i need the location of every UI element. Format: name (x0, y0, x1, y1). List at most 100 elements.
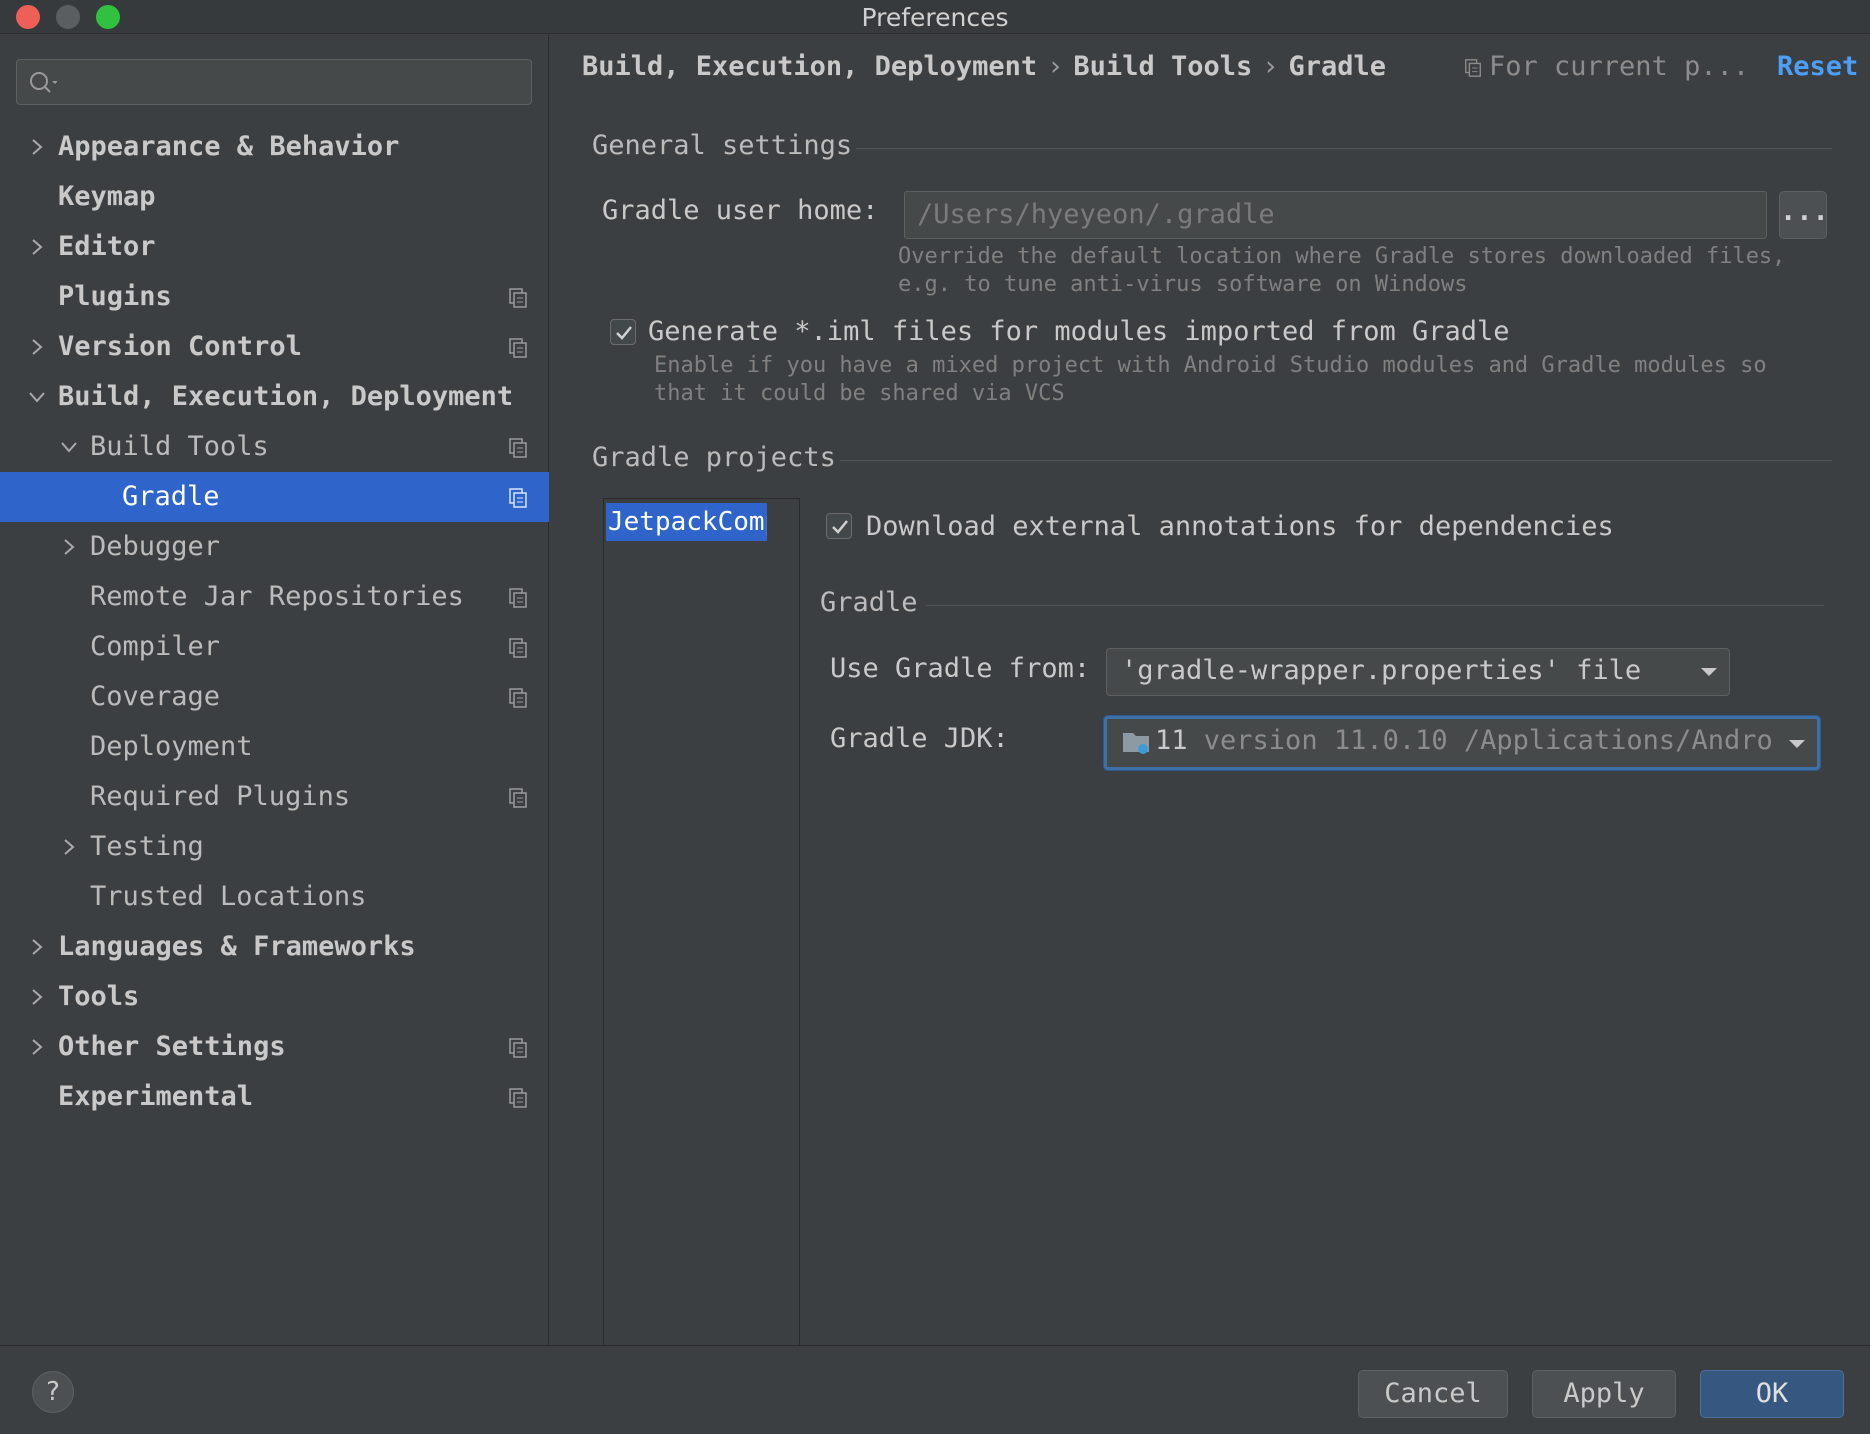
tree-item-experimental[interactable]: Experimental (0, 1072, 549, 1122)
chevron-right-icon[interactable] (58, 536, 80, 558)
tree-item-coverage[interactable]: Coverage (0, 672, 549, 722)
gradle-jdk-dropdown[interactable]: 11 version 11.0.10 /Applications/Andro (1104, 716, 1820, 770)
settings-search-input[interactable] (16, 59, 532, 105)
project-level-icon (509, 288, 527, 308)
generate-iml-hint-line-1: Enable if you have a mixed project with … (654, 353, 1767, 378)
tree-item-other-settings[interactable]: Other Settings (0, 1022, 549, 1072)
chevron-right-icon[interactable] (26, 136, 48, 158)
reset-link[interactable]: Reset (1777, 51, 1858, 82)
tree-item-tools[interactable]: Tools (0, 972, 549, 1022)
user-home-hint-line-2: e.g. to tune anti-virus software on Wind… (898, 272, 1468, 297)
project-level-icon (509, 338, 527, 358)
scope-label: For current p... (1489, 51, 1750, 82)
project-level-icon (1465, 58, 1481, 77)
tree-item-label: Coverage (90, 681, 221, 712)
project-level-icon (509, 488, 527, 508)
browse-button[interactable]: ... (1779, 191, 1829, 239)
project-level-icon (509, 588, 527, 608)
tree-item-label: Tools (58, 981, 140, 1012)
tree-item-build-execution-deployment[interactable]: Build, Execution, Deployment (0, 372, 549, 422)
tree-item-label: Keymap (58, 181, 156, 212)
title-bar: Preferences (0, 0, 1870, 34)
tree-item-label: Other Settings (58, 1031, 286, 1062)
generate-iml-hint-line-2: that it could be shared via VCS (654, 381, 1065, 406)
scope-indicator: For current p... (1463, 51, 1749, 82)
gradle-projects-title: Gradle projects (592, 442, 836, 473)
use-gradle-from-label: Use Gradle from: (830, 653, 1091, 684)
tree-item-label: Build, Execution, Deployment (58, 381, 514, 412)
project-level-icon (509, 1088, 527, 1108)
chevron-right-icon[interactable] (26, 236, 48, 258)
jdk-version: 11 (1155, 725, 1188, 756)
tree-item-editor[interactable]: Editor (0, 222, 549, 272)
use-gradle-from-dropdown[interactable]: 'gradle-wrapper.properties' file (1106, 648, 1730, 696)
tree-item-label: Debugger (90, 531, 221, 562)
tree-item-plugins[interactable]: Plugins (0, 272, 549, 322)
dropdown-arrow-icon (1701, 668, 1717, 676)
help-button[interactable]: ? (32, 1371, 74, 1413)
tree-item-label: Gradle (122, 481, 220, 512)
chevron-right-icon[interactable] (58, 836, 80, 858)
tree-item-gradle[interactable]: Gradle (0, 472, 549, 522)
window-title: Preferences (861, 3, 1009, 32)
download-annotations-label[interactable]: Download external annotations for depend… (866, 511, 1614, 542)
use-gradle-from-value: 'gradle-wrapper.properties' file (1121, 655, 1642, 686)
tree-item-label: Required Plugins (90, 781, 351, 812)
generate-iml-checkbox[interactable] (610, 319, 636, 345)
breadcrumb-item: Gradle (1288, 51, 1387, 82)
project-level-icon (509, 1038, 527, 1058)
tree-item-label: Remote Jar Repositories (90, 581, 464, 612)
chevron-down-icon[interactable] (26, 386, 48, 408)
tree-item-appearance-behavior[interactable]: Appearance & Behavior (0, 122, 549, 172)
tree-item-build-tools[interactable]: Build Tools (0, 422, 549, 472)
gradle-projects-list[interactable]: JetpackCompos (603, 498, 800, 1347)
tree-item-label: Editor (58, 231, 156, 262)
section-divider (926, 605, 1824, 606)
tree-item-debugger[interactable]: Debugger (0, 522, 549, 572)
tree-item-label: Languages & Frameworks (58, 931, 416, 962)
dropdown-arrow-icon (1789, 740, 1805, 748)
settings-content: Build, Execution, Deployment › Build Tools… (550, 35, 1870, 1347)
jdk-folder-icon (1123, 732, 1149, 754)
project-level-icon (509, 638, 527, 658)
breadcrumb-item[interactable]: Build Tools (1073, 51, 1252, 82)
project-level-icon (509, 788, 527, 808)
tree-item-label: Plugins (58, 281, 172, 312)
settings-tree: Appearance & Behavior Keymap Editor Plug… (0, 122, 549, 1122)
breadcrumb-separator: › (1262, 51, 1279, 82)
download-annotations-checkbox[interactable] (826, 513, 852, 539)
section-divider (856, 148, 1832, 149)
chevron-right-icon[interactable] (26, 336, 48, 358)
tree-item-label: Appearance & Behavior (58, 131, 400, 162)
tree-item-compiler[interactable]: Compiler (0, 622, 549, 672)
cancel-button[interactable]: Cancel (1358, 1370, 1508, 1418)
tree-item-label: Version Control (58, 331, 302, 362)
tree-item-deployment[interactable]: Deployment (0, 722, 549, 772)
search-icon (30, 72, 57, 93)
apply-button[interactable]: Apply (1532, 1370, 1676, 1418)
tree-item-label: Testing (90, 831, 204, 862)
gradle-user-home-input[interactable]: /Users/hyeyeon/.gradle (904, 191, 1767, 239)
tree-item-required-plugins[interactable]: Required Plugins (0, 772, 549, 822)
tree-item-remote-jar-repositories[interactable]: Remote Jar Repositories (0, 572, 549, 622)
chevron-right-icon[interactable] (26, 936, 48, 958)
tree-item-trusted-locations[interactable]: Trusted Locations (0, 872, 549, 922)
tree-item-languages-frameworks[interactable]: Languages & Frameworks (0, 922, 549, 972)
gradle-user-home-label: Gradle user home: (602, 195, 879, 226)
chevron-right-icon[interactable] (26, 986, 48, 1008)
chevron-right-icon[interactable] (26, 1036, 48, 1058)
chevron-down-icon[interactable] (58, 436, 80, 458)
breadcrumb: Build, Execution, Deployment › Build Tools… (582, 51, 1386, 82)
dialog-footer: ? Cancel Apply OK (0, 1345, 1870, 1434)
gradle-section-title: Gradle (820, 587, 918, 618)
jdk-detail: version 11.0.10 /Applications/Andro (1203, 725, 1773, 756)
tree-item-version-control[interactable]: Version Control (0, 322, 549, 372)
gradle-jdk-label: Gradle JDK: (830, 723, 1009, 754)
project-list-item[interactable]: JetpackCompos (606, 503, 767, 541)
ok-button[interactable]: OK (1700, 1370, 1844, 1418)
project-level-icon (509, 438, 527, 458)
tree-item-testing[interactable]: Testing (0, 822, 549, 872)
tree-item-keymap[interactable]: Keymap (0, 172, 549, 222)
generate-iml-label[interactable]: Generate *.iml files for modules importe… (648, 316, 1510, 347)
breadcrumb-item[interactable]: Build, Execution, Deployment (582, 51, 1037, 82)
